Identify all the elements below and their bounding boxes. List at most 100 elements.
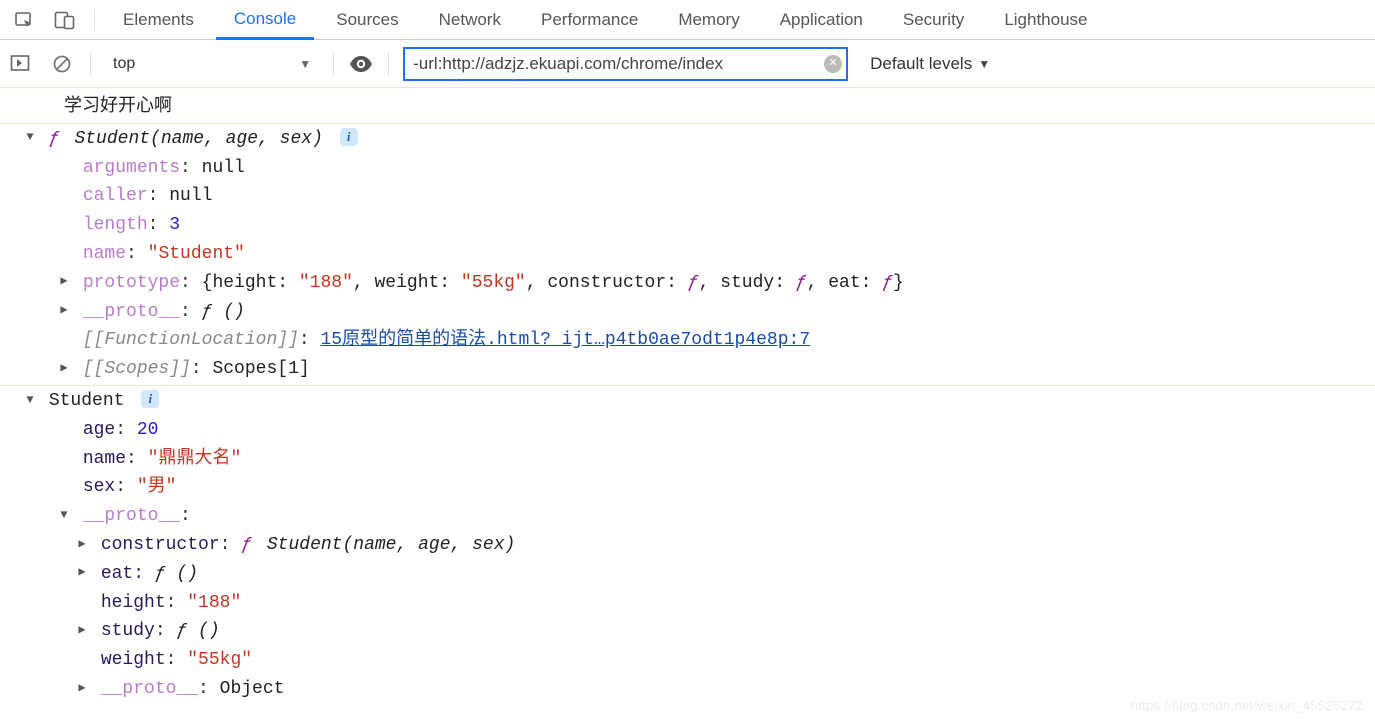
tab-performance[interactable]: Performance xyxy=(523,0,656,39)
function-keyword: ƒ xyxy=(49,129,60,149)
prop-key: constructor xyxy=(101,535,220,555)
prop-key: name xyxy=(83,244,126,264)
prop-value: null xyxy=(169,186,212,206)
prop-value: "男" xyxy=(137,477,177,497)
disclosure-triangle-icon[interactable]: ▶ xyxy=(76,535,88,554)
disclosure-triangle-icon[interactable]: ▶ xyxy=(58,359,70,378)
tab-console[interactable]: Console xyxy=(216,1,314,40)
prop-value-preview: {height: "188", weight: "55kg", construc… xyxy=(202,273,904,293)
property-row[interactable]: ▶ name: "鼎鼎大名" xyxy=(24,445,1375,474)
property-row[interactable]: ▶ __proto__: ƒ () xyxy=(24,298,1375,327)
prop-key: prototype xyxy=(83,273,180,293)
property-row[interactable]: ▶ weight: "55kg" xyxy=(24,646,1375,675)
context-selector[interactable]: top ▼ xyxy=(105,51,319,77)
console-log-line: 学习好开心啊 xyxy=(0,92,1375,124)
console-object: ▼ ƒ Student(name, age, sex) i ▶ argument… xyxy=(0,124,1375,386)
property-row[interactable]: ▶ constructor: ƒ Student(name, age, sex) xyxy=(24,531,1375,560)
disclosure-triangle-icon[interactable]: ▼ xyxy=(58,506,70,525)
levels-label: Default levels xyxy=(870,54,972,74)
toggle-sidebar-icon[interactable] xyxy=(6,52,34,74)
prop-key: study xyxy=(101,621,155,641)
tab-memory[interactable]: Memory xyxy=(660,0,757,39)
tab-lighthouse[interactable]: Lighthouse xyxy=(986,0,1105,39)
console-output: 学习好开心啊 ▼ ƒ Student(name, age, sex) i ▶ a… xyxy=(0,88,1375,717)
console-toolbar: top ▼ ✕ Default levels ▼ xyxy=(0,40,1375,88)
property-row[interactable]: ▶ [[Scopes]]: Scopes[1] xyxy=(24,355,1375,384)
prop-value: "55kg" xyxy=(187,650,252,670)
prop-key: weight xyxy=(101,650,166,670)
prop-value: null xyxy=(202,158,245,178)
tab-application[interactable]: Application xyxy=(762,0,881,39)
filter-input[interactable] xyxy=(403,47,848,81)
prop-key: age xyxy=(83,420,115,440)
prop-key: sex xyxy=(83,477,115,497)
disclosure-triangle-icon[interactable]: ▶ xyxy=(76,563,88,582)
disclosure-triangle-icon[interactable]: ▼ xyxy=(24,128,36,147)
prop-key: eat xyxy=(101,564,133,584)
console-object: ▼ Student i ▶ age: 20 ▶ name: "鼎鼎大名" ▶ s… xyxy=(0,386,1375,705)
clear-filter-icon[interactable]: ✕ xyxy=(824,55,842,73)
property-row[interactable]: ▶ name: "Student" xyxy=(24,240,1375,269)
live-expression-icon[interactable] xyxy=(348,54,374,74)
inspect-icon[interactable] xyxy=(6,6,42,34)
object-header[interactable]: ▼ ƒ Student(name, age, sex) i xyxy=(24,125,1375,154)
clear-console-icon[interactable] xyxy=(48,52,76,76)
property-row[interactable]: ▶ age: 20 xyxy=(24,416,1375,445)
tab-sources[interactable]: Sources xyxy=(318,0,416,39)
prop-key: [[FunctionLocation]] xyxy=(83,330,299,350)
object-class-name: Student xyxy=(49,391,125,411)
log-text: 学习好开心啊 xyxy=(24,97,172,117)
prop-value: 20 xyxy=(137,420,159,440)
prop-key: caller xyxy=(83,186,148,206)
function-location-link[interactable]: 15原型的简单的语法.html? ijt…p4tb0ae7odt1p4e8p:7 xyxy=(320,330,810,350)
prop-key: __proto__ xyxy=(101,679,198,699)
filter-wrapper: ✕ xyxy=(403,47,848,81)
disclosure-triangle-icon[interactable]: ▶ xyxy=(58,301,70,320)
property-row[interactable]: ▶ [[FunctionLocation]]: 15原型的简单的语法.html?… xyxy=(24,326,1375,355)
prop-key: name xyxy=(83,449,126,469)
prop-value: ƒ () xyxy=(202,302,245,322)
separator xyxy=(388,53,389,75)
separator xyxy=(90,53,91,75)
prop-value: "鼎鼎大名" xyxy=(148,449,242,469)
prop-key: [[Scopes]] xyxy=(83,359,191,379)
property-row[interactable]: ▶ arguments: null xyxy=(24,154,1375,183)
prop-key: length xyxy=(83,215,148,235)
property-row[interactable]: ▶ height: "188" xyxy=(24,589,1375,618)
log-levels-selector[interactable]: Default levels ▼ xyxy=(870,54,990,74)
property-row[interactable]: ▶ length: 3 xyxy=(24,211,1375,240)
prop-value: "Student" xyxy=(148,244,245,264)
prop-value: ƒ () xyxy=(155,564,198,584)
chevron-down-icon: ▼ xyxy=(299,57,311,71)
property-row[interactable]: ▼ __proto__: xyxy=(24,502,1375,531)
disclosure-triangle-icon[interactable]: ▶ xyxy=(76,621,88,640)
prop-value: 3 xyxy=(169,215,180,235)
prop-value: ƒ () xyxy=(176,621,219,641)
device-toggle-icon[interactable] xyxy=(46,6,84,34)
tab-elements[interactable]: Elements xyxy=(105,0,212,39)
prop-key: arguments xyxy=(83,158,180,178)
property-row[interactable]: ▶ study: ƒ () xyxy=(24,617,1375,646)
property-row[interactable]: ▶ prototype: {height: "188", weight: "55… xyxy=(24,269,1375,298)
property-row[interactable]: ▶ sex: "男" xyxy=(24,473,1375,502)
tab-network[interactable]: Network xyxy=(421,0,519,39)
object-header[interactable]: ▼ Student i xyxy=(24,387,1375,416)
separator xyxy=(94,9,95,31)
disclosure-triangle-icon[interactable]: ▶ xyxy=(76,679,88,698)
chevron-down-icon: ▼ xyxy=(978,57,990,71)
disclosure-triangle-icon[interactable]: ▼ xyxy=(24,391,36,410)
context-label: top xyxy=(113,55,135,73)
function-signature: Student(name, age, sex) xyxy=(74,129,322,149)
tab-security[interactable]: Security xyxy=(885,0,982,39)
separator xyxy=(333,53,334,75)
property-row[interactable]: ▶ caller: null xyxy=(24,182,1375,211)
info-badge-icon[interactable]: i xyxy=(141,390,159,408)
prop-key: height xyxy=(101,593,166,613)
prop-value: Object xyxy=(220,679,285,699)
prop-key: __proto__ xyxy=(83,506,180,526)
function-keyword: ƒ xyxy=(241,535,252,555)
info-badge-icon[interactable]: i xyxy=(340,128,358,146)
property-row[interactable]: ▶ eat: ƒ () xyxy=(24,560,1375,589)
disclosure-triangle-icon[interactable]: ▶ xyxy=(58,272,70,291)
devtools-tabbar: Elements Console Sources Network Perform… xyxy=(0,0,1375,40)
